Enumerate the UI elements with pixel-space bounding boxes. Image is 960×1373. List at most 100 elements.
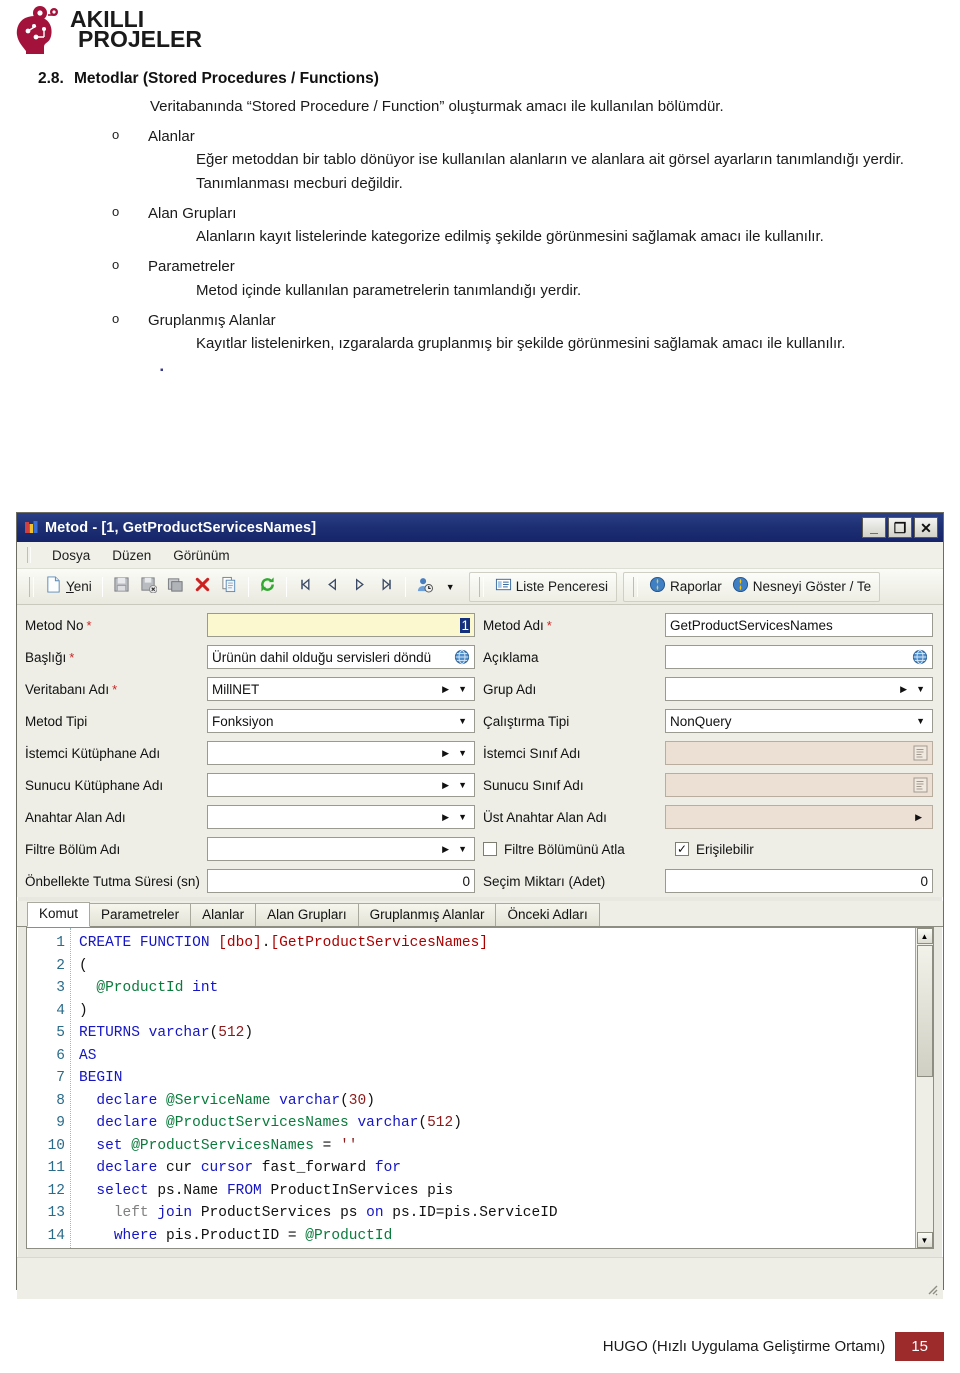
lookup-arrow-icon[interactable]: ▶ <box>442 812 449 823</box>
save-and-close-button[interactable] <box>135 574 162 600</box>
code-line: AS <box>79 1047 97 1064</box>
tab-gruplanmis-alanlar[interactable]: Gruplanmış Alanlar <box>357 903 497 926</box>
notes-icon[interactable] <box>913 745 928 761</box>
sunucu-kutuphane-adi-input[interactable]: ▶ ▼ <box>207 773 475 797</box>
scroll-down-icon[interactable]: ▼ <box>916 1232 933 1248</box>
metod-no-input[interactable]: 1 <box>207 613 475 637</box>
chevron-down-icon[interactable]: ▼ <box>458 812 467 822</box>
code-line: select ps.Name FROM ProductInServices pi… <box>96 1182 454 1199</box>
tab-alanlar[interactable]: Alanlar <box>190 903 257 926</box>
tab-onceki-adlari[interactable]: Önceki Adları <box>495 903 600 926</box>
raporlar-button[interactable]: Raporlar <box>644 574 727 600</box>
save-button[interactable] <box>108 574 135 600</box>
chevron-down-icon[interactable]: ▼ <box>458 684 467 694</box>
toolbar-grip[interactable] <box>478 576 484 597</box>
code-line: where pis.ProductID = @ProductId <box>113 1227 393 1244</box>
lookup-arrow-icon[interactable]: ▶ <box>442 684 449 695</box>
lookup-arrow-icon[interactable]: ▶ <box>915 812 922 823</box>
maximize-icon[interactable]: ❐ <box>888 517 912 538</box>
chevron-down-icon[interactable]: ▼ <box>458 716 467 726</box>
nesneyi-goster-button[interactable]: Nesneyi Göster / Te <box>727 574 876 600</box>
grup-adi-input[interactable]: ▶ ▼ <box>665 677 933 701</box>
code-line: ( <box>79 957 88 974</box>
editor-vertical-scrollbar[interactable]: ▲ ▼ <box>915 928 933 1248</box>
lookup-arrow-icon[interactable]: ▶ <box>442 780 449 791</box>
new-button[interactable]: Yeni <box>40 574 97 600</box>
tab-parametreler[interactable]: Parametreler <box>89 903 192 926</box>
lookup-arrow-icon[interactable]: ▶ <box>442 748 449 759</box>
resize-grip-icon[interactable] <box>925 1282 939 1296</box>
new-icon <box>45 575 62 598</box>
chevron-down-icon[interactable]: ▼ <box>458 748 467 758</box>
liste-penceresi-label: Liste Penceresi <box>515 579 609 594</box>
code-line: @ProductId int <box>96 980 219 996</box>
section-title: Metodlar (Stored Procedures / Functions) <box>74 70 379 87</box>
chevron-down-icon[interactable]: ▼ <box>916 716 925 726</box>
menu-item-dosya[interactable]: Dosya <box>41 545 101 566</box>
globe-icon[interactable] <box>454 649 470 665</box>
menubar-grip[interactable] <box>27 547 31 563</box>
toolbar-grip[interactable] <box>29 576 34 597</box>
form-row-istemci-kutuphane: İstemci Kütüphane Adı ▶ ▼ İstemci Sınıf … <box>17 737 943 769</box>
code-line: declare @ServiceName varchar(30) <box>96 1092 375 1109</box>
aciklama-input[interactable] <box>665 645 933 669</box>
editor-code-lines[interactable]: CREATE FUNCTION [dbo].[GetProductService… <box>71 928 915 1248</box>
erisilebilir-checkbox[interactable]: ✓ Erişilebilir <box>665 842 754 857</box>
menu-item-gorunum[interactable]: Görünüm <box>162 545 240 566</box>
lookup-arrow-icon[interactable]: ▶ <box>442 844 449 855</box>
notes-icon[interactable] <box>913 777 928 793</box>
ust-anahtar-alan-adi-input[interactable]: ▶ <box>665 805 933 829</box>
previous-record-button[interactable] <box>319 574 346 600</box>
user-history-button[interactable] <box>411 574 438 600</box>
save-copy-button[interactable] <box>162 574 189 600</box>
filtre-bolum-adi-input[interactable]: ▶ ▼ <box>207 837 475 861</box>
chevron-down-icon[interactable]: ▼ <box>458 780 467 790</box>
line-number: 3 <box>56 980 65 996</box>
menu-item-duzen[interactable]: Düzen <box>101 545 162 566</box>
istemci-sinif-adi-input[interactable] <box>665 741 933 765</box>
globe-icon[interactable] <box>912 649 928 665</box>
liste-penceresi-button[interactable]: Liste Penceresi <box>490 574 613 600</box>
delete-button[interactable] <box>189 574 216 600</box>
chevron-down-icon[interactable]: ▼ <box>916 684 925 694</box>
line-number: 12 <box>47 1182 65 1199</box>
sunucu-sinif-adi-input[interactable] <box>665 773 933 797</box>
filtre-bolumunu-atla-checkbox[interactable]: Filtre Bölümünü Atla <box>475 842 665 857</box>
toolbar-overflow-button[interactable]: ▼ <box>438 580 463 594</box>
veritabani-adi-input[interactable]: MillNET ▶ ▼ <box>207 677 475 701</box>
secim-miktari-label: Seçim Miktarı (Adet) <box>483 873 606 889</box>
close-icon[interactable]: ✕ <box>914 517 938 538</box>
nesneyi-goster-label: Nesneyi Göster / Te <box>752 579 872 594</box>
copy-button[interactable] <box>216 574 243 600</box>
calistirma-tipi-select[interactable]: NonQuery ▼ <box>665 709 933 733</box>
toolbar-separator <box>285 576 287 597</box>
tab-alan-gruplari[interactable]: Alan Grupları <box>255 903 359 926</box>
liste-penceresi-group: Liste Penceresi <box>468 571 618 602</box>
metod-adi-input[interactable]: GetProductServicesNames <box>665 613 933 637</box>
save-copy-icon <box>167 576 184 598</box>
minimize-icon[interactable]: _ <box>862 517 886 538</box>
refresh-button[interactable] <box>254 574 281 600</box>
istemci-kutuphane-adi-input[interactable]: ▶ ▼ <box>207 741 475 765</box>
scrollbar-thumb[interactable] <box>916 945 933 1077</box>
lookup-arrow-icon[interactable]: ▶ <box>900 684 907 695</box>
secim-miktari-input[interactable]: 0 <box>665 869 933 893</box>
tab-komut[interactable]: Komut <box>27 902 91 927</box>
section-heading: 2.8. Metodlar (Stored Procedures / Funct… <box>0 70 960 88</box>
basligi-input[interactable]: Ürünün dahil olduğu servisleri döndü <box>207 645 475 669</box>
last-record-button[interactable] <box>373 574 400 600</box>
veritabani-adi-value: MillNET <box>212 681 260 697</box>
anahtar-alan-adi-input[interactable]: ▶ ▼ <box>207 805 475 829</box>
metod-tipi-select[interactable]: Fonksiyon ▼ <box>207 709 475 733</box>
onbellekte-tutma-suresi-input[interactable]: 0 <box>207 869 475 893</box>
first-record-button[interactable] <box>292 574 319 600</box>
ust-anahtar-alan-adi-label: Üst Anahtar Alan Adı <box>483 809 607 825</box>
code-line: declare cur cursor fast_forward for <box>96 1160 401 1176</box>
basligi-value: Ürünün dahil olduğu servisleri döndü <box>212 649 432 665</box>
scroll-up-icon[interactable]: ▲ <box>916 928 933 944</box>
chevron-down-icon[interactable]: ▼ <box>458 844 467 854</box>
save-close-icon <box>140 576 158 598</box>
toolbar-grip[interactable] <box>633 576 639 597</box>
sql-code-editor[interactable]: 1 2 3 4 5 6 7 8 9 10 11 12 13 14 CREATE … <box>26 927 934 1249</box>
next-record-button[interactable] <box>346 574 373 600</box>
